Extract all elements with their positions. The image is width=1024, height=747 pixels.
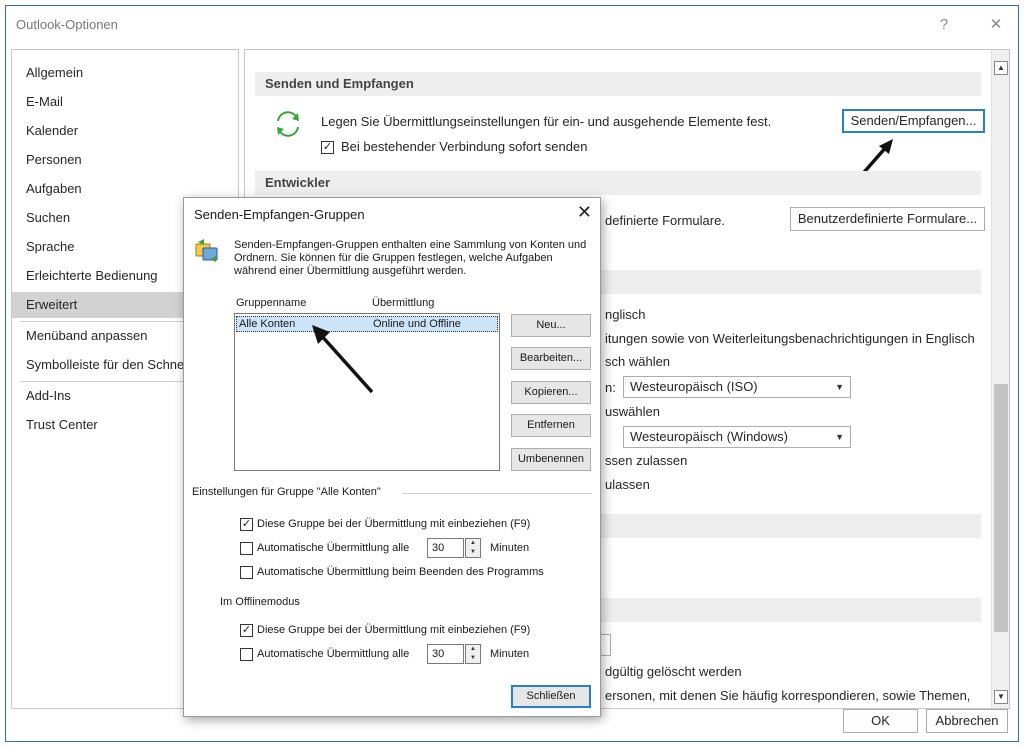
offline-include-checkbox[interactable]: ✓ <box>240 624 253 637</box>
stepper-up-icon[interactable]: ▲ <box>466 539 480 548</box>
online-minutes-unit: Minuten <box>490 542 530 554</box>
section-heading-send-receive: Senden und Empfangen <box>255 72 981 96</box>
encoding-combo-iso[interactable]: Westeuropäisch (ISO) ▼ <box>623 376 851 398</box>
content-text-line: dgültig gelöscht werden <box>605 664 742 679</box>
sync-icon <box>277 111 299 137</box>
send-receive-description: Legen Sie Übermittlungseinstellungen für… <box>321 114 772 129</box>
window-close-button[interactable]: ✕ <box>984 14 1008 36</box>
online-on-exit-label: Automatische Übermittlung beim Beenden d… <box>257 566 544 578</box>
nav-item-allgemein[interactable]: Allgemein <box>12 60 238 86</box>
send-receive-groups-icon <box>195 239 218 262</box>
stepper-down-icon[interactable]: ▼ <box>466 548 480 557</box>
group-name-cell: Alle Konten <box>239 318 296 330</box>
dialog-info-line: Ordnern. Sie können für die Gruppen fest… <box>234 252 553 264</box>
section-heading-developer: Entwickler <box>255 171 981 195</box>
chevron-down-icon: ▼ <box>835 432 844 442</box>
group-transfer-cell: Online und Offline <box>373 318 461 330</box>
dialog-info-line: während einer Übermittlung ausgeführt we… <box>234 265 467 277</box>
nav-item-kalender[interactable]: Kalender <box>12 118 238 144</box>
online-auto-checkbox[interactable] <box>240 542 253 555</box>
nav-item-email[interactable]: E-Mail <box>12 89 238 115</box>
group-settings-label: Einstellungen für Gruppe "Alle Konten" <box>192 486 381 498</box>
dialog-close-action-button[interactable]: Schließen <box>511 685 591 708</box>
content-text-line: uswählen <box>605 404 660 419</box>
window-title: Outlook-Optionen <box>16 17 118 32</box>
online-on-exit-checkbox[interactable] <box>240 566 253 579</box>
content-text-line: sch wählen <box>605 354 671 369</box>
content-text-line: ssen zulassen <box>605 453 688 468</box>
online-include-checkbox[interactable]: ✓ <box>240 518 253 531</box>
stepper-up-icon[interactable]: ▲ <box>466 645 480 654</box>
send-receive-button[interactable]: Senden/Empfangen... <box>842 109 985 133</box>
offline-minutes-stepper[interactable]: ▲ ▼ <box>465 644 481 664</box>
offline-minutes-unit: Minuten <box>490 648 530 660</box>
ok-button[interactable]: OK <box>843 709 918 733</box>
send-immediately-label: Bei bestehender Verbindung sofort senden <box>341 139 588 154</box>
content-text-line: ersonen, mit denen Sie häufig korrespond… <box>605 688 971 703</box>
online-minutes-input[interactable]: 30 <box>427 538 464 558</box>
chevron-down-icon: ▼ <box>835 382 844 392</box>
rename-group-button[interactable]: Umbenennen <box>511 448 591 471</box>
cancel-button[interactable]: Abbrechen <box>926 709 1008 733</box>
edit-group-button[interactable]: Bearbeiten... <box>511 347 591 370</box>
content-scrollbar[interactable]: ▲ ▼ <box>991 50 1009 708</box>
scroll-down-icon[interactable]: ▼ <box>994 690 1008 704</box>
dialog-info-line: Senden-Empfangen-Gruppen enthalten eine … <box>234 239 587 251</box>
groups-listbox[interactable]: Alle Konten Online und Offline <box>234 313 500 471</box>
scroll-up-icon[interactable]: ▲ <box>994 61 1008 75</box>
encoding-combo-iso-value: Westeuropäisch (ISO) <box>630 379 758 394</box>
copy-group-button[interactable]: Kopieren... <box>511 381 591 404</box>
encoding-combo-windows[interactable]: Westeuropäisch (Windows) ▼ <box>623 426 851 448</box>
online-auto-label: Automatische Übermittlung alle <box>257 542 410 554</box>
content-text-line: n: <box>605 380 616 395</box>
dialog-title: Senden-Empfangen-Gruppen <box>194 207 365 222</box>
developer-description-fragment: definierte Formulare. <box>605 213 725 228</box>
custom-forms-button[interactable]: Benutzerdefinierte Formulare... <box>790 207 985 231</box>
offline-auto-label: Automatische Übermittlung alle <box>257 648 410 660</box>
title-bar: Outlook-Optionen ? ✕ <box>6 6 1018 44</box>
online-include-label: Diese Gruppe bei der Übermittlung mit ei… <box>257 518 531 530</box>
offline-minutes-input[interactable]: 30 <box>427 644 464 664</box>
dialog-close-button[interactable]: ✕ <box>577 202 592 223</box>
send-receive-groups-dialog: Senden-Empfangen-Gruppen ✕ Senden-Empfan… <box>183 197 601 717</box>
content-text-line: ulassen <box>605 477 650 492</box>
help-button[interactable]: ? <box>932 14 956 36</box>
new-group-button[interactable]: Neu... <box>511 314 591 337</box>
content-text-line: itungen sowie von Weiterleitungsbenachri… <box>605 331 975 346</box>
offline-auto-checkbox[interactable] <box>240 648 253 661</box>
nav-item-personen[interactable]: Personen <box>12 147 238 173</box>
offline-mode-heading: Im Offlinemodus <box>220 596 300 608</box>
group-settings-divider <box>402 493 592 494</box>
remove-group-button[interactable]: Entfernen <box>511 414 591 437</box>
stepper-down-icon[interactable]: ▼ <box>466 654 480 663</box>
encoding-combo-windows-value: Westeuropäisch (Windows) <box>630 429 788 444</box>
scroll-thumb[interactable] <box>994 384 1008 632</box>
table-row[interactable]: Alle Konten Online und Offline <box>236 316 498 332</box>
column-header-group-name: Gruppenname <box>236 297 307 309</box>
column-header-transfer: Übermittlung <box>372 297 435 309</box>
online-minutes-stepper[interactable]: ▲ ▼ <box>465 538 481 558</box>
content-text-line: nglisch <box>605 307 646 322</box>
send-immediately-checkbox[interactable]: ✓ <box>321 141 334 154</box>
offline-include-label: Diese Gruppe bei der Übermittlung mit ei… <box>257 624 531 636</box>
